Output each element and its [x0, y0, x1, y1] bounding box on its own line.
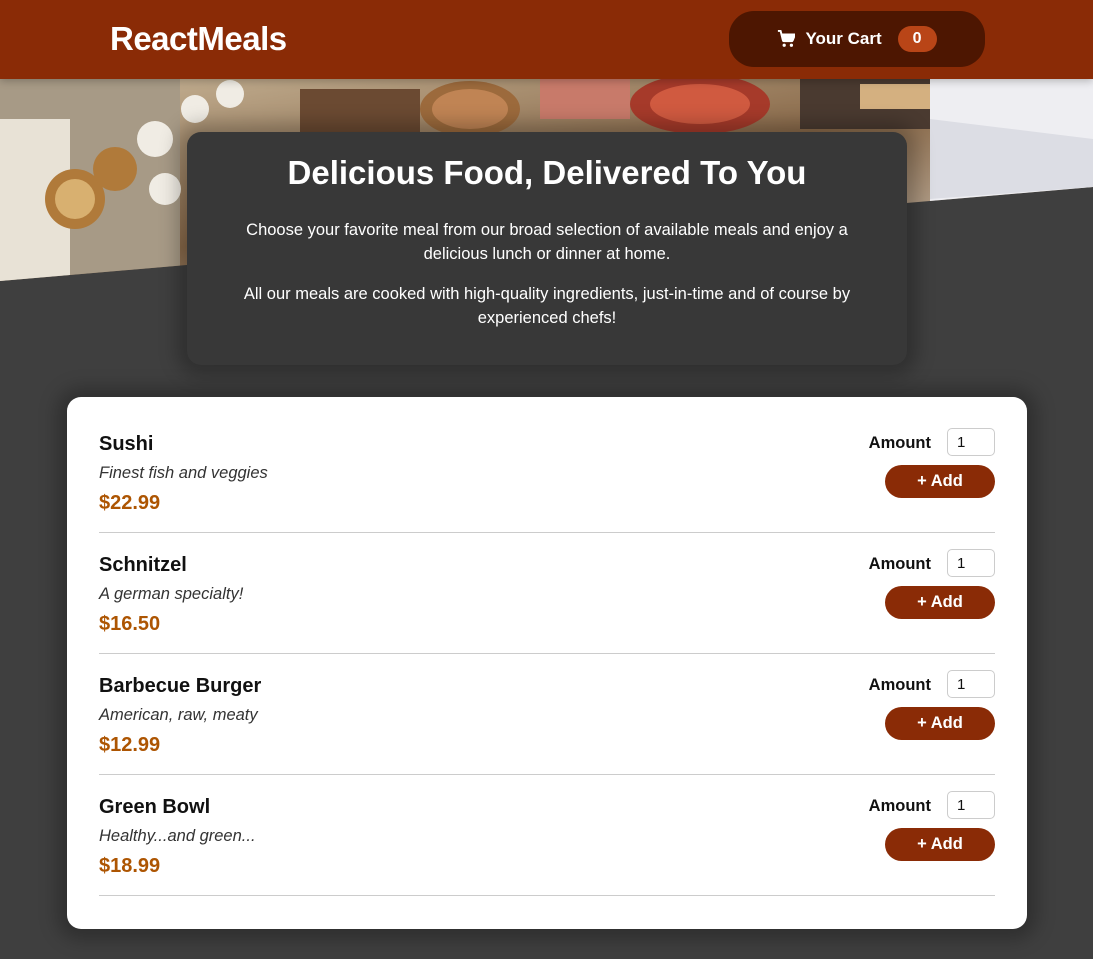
- summary-title: Delicious Food, Delivered To You: [287, 154, 807, 191]
- amount-label: Amount: [868, 434, 931, 452]
- brand-title: ReactMeals: [110, 20, 287, 57]
- add-button[interactable]: + Add: [885, 465, 995, 498]
- meal-item: Schnitzel A german specialty! $16.50 Amo…: [99, 533, 995, 654]
- meal-item: Green Bowl Healthy...and green... $18.99…: [99, 775, 995, 896]
- summary-paragraph-1: Choose your favorite meal from our broad…: [246, 221, 848, 263]
- meal-price: $22.99: [99, 492, 161, 514]
- meal-item: Sushi Finest fish and veggies $22.99 Amo…: [99, 409, 995, 533]
- cart-button[interactable]: Your Cart 0: [729, 11, 985, 67]
- amount-input[interactable]: [947, 428, 995, 456]
- app-header: ReactMeals Your Cart 0: [0, 0, 1093, 79]
- cart-label: Your Cart: [805, 29, 882, 48]
- cart-count-badge: 0: [897, 26, 937, 52]
- meal-description: American, raw, meaty: [99, 706, 258, 724]
- cart-icon: [777, 29, 797, 48]
- amount-label: Amount: [868, 797, 931, 815]
- meal-name: Sushi: [99, 433, 154, 455]
- meal-price: $18.99: [99, 855, 161, 877]
- add-button[interactable]: + Add: [885, 586, 995, 619]
- amount-label: Amount: [868, 555, 931, 573]
- meal-description: Finest fish and veggies: [99, 464, 268, 482]
- meal-description: A german specialty!: [99, 585, 244, 603]
- summary-card: Delicious Food, Delivered To You Choose …: [187, 132, 907, 365]
- meal-price: $12.99: [99, 734, 161, 756]
- amount-input[interactable]: [947, 791, 995, 819]
- meal-price: $16.50: [99, 613, 161, 635]
- meal-description: Healthy...and green...: [99, 827, 256, 845]
- meal-item: Barbecue Burger American, raw, meaty $12…: [99, 654, 995, 775]
- amount-label: Amount: [868, 676, 931, 694]
- summary-paragraph-2: All our meals are cooked with high-quali…: [243, 285, 851, 327]
- amount-input[interactable]: [947, 670, 995, 698]
- meal-name: Barbecue Burger: [99, 675, 262, 697]
- meal-name: Green Bowl: [99, 796, 211, 818]
- meals-list: Sushi Finest fish and veggies $22.99 Amo…: [67, 397, 1027, 929]
- add-button[interactable]: + Add: [885, 828, 995, 861]
- add-button[interactable]: + Add: [885, 707, 995, 740]
- amount-input[interactable]: [947, 549, 995, 577]
- meal-name: Schnitzel: [99, 554, 187, 576]
